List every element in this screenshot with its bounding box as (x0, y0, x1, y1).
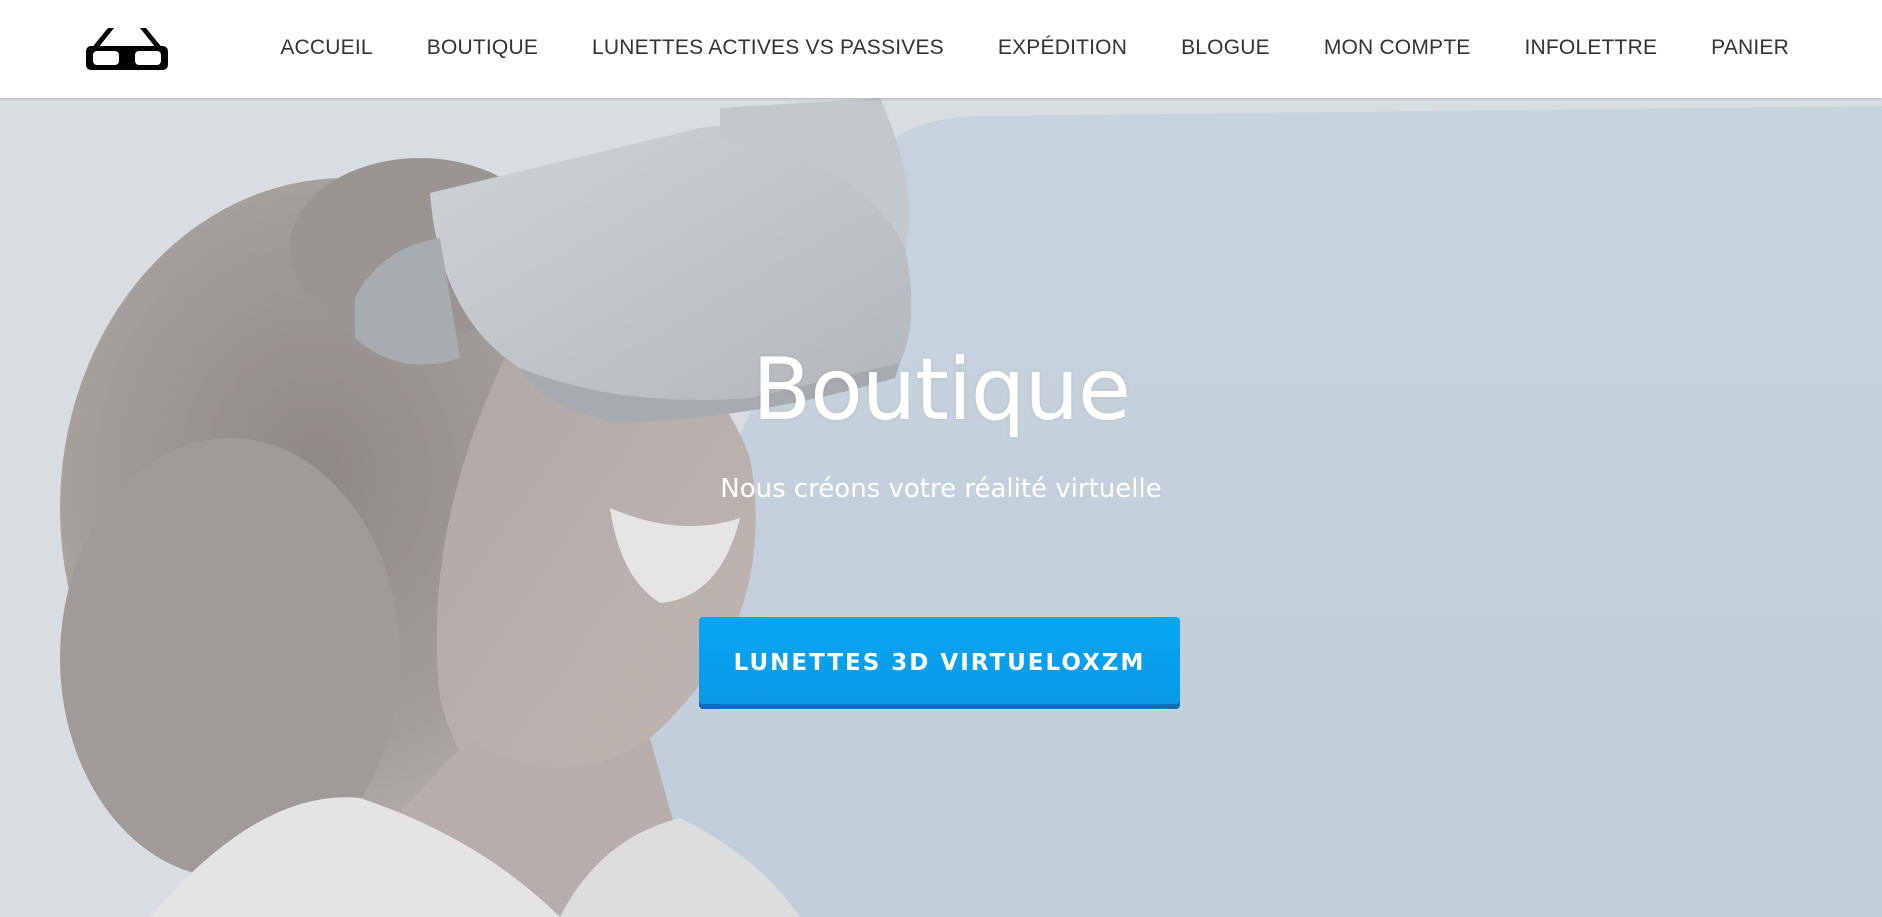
nav-item-panier[interactable]: PANIER (1711, 36, 1789, 60)
nav-item-expedition[interactable]: EXPÉDITION (998, 36, 1127, 60)
nav-item-infolettre[interactable]: INFOLETTRE (1524, 36, 1657, 60)
nav-item-accueil[interactable]: ACCUEIL (280, 36, 372, 60)
3d-glasses-icon[interactable] (84, 22, 170, 72)
hero-banner: Boutique Nous créons votre réalité virtu… (0, 98, 1882, 917)
nav-item-blogue[interactable]: BLOGUE (1181, 36, 1270, 60)
page-title: Boutique (752, 340, 1131, 440)
main-nav: ACCUEIL BOUTIQUE LUNETTES ACTIVES VS PAS… (280, 0, 1789, 95)
site-header: ACCUEIL BOUTIQUE LUNETTES ACTIVES VS PAS… (0, 0, 1882, 98)
nav-item-lunettes-actives-vs-passives[interactable]: LUNETTES ACTIVES VS PASSIVES (592, 36, 944, 60)
shop-glasses-button[interactable]: LUNETTES 3D VIRTUELOXZM (699, 617, 1180, 709)
hero-subtitle: Nous créons votre réalité virtuelle (720, 474, 1162, 504)
nav-item-mon-compte[interactable]: MON COMPTE (1324, 36, 1471, 60)
nav-item-boutique[interactable]: BOUTIQUE (427, 36, 538, 60)
hero-overlay (0, 98, 1882, 917)
